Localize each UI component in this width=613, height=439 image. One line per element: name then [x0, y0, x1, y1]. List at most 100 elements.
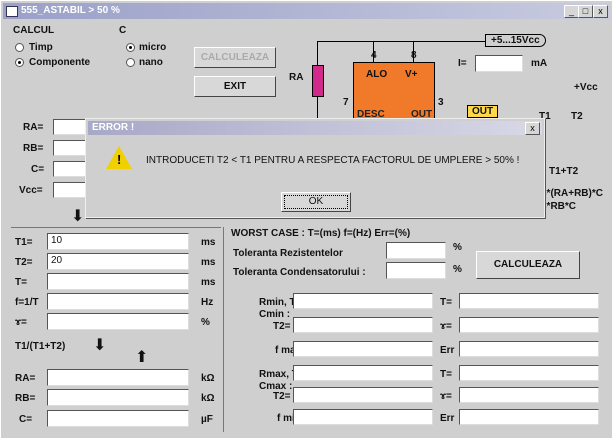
error-dialog: ERROR ! x ! INTRODUCETI T2 < T1 PENTRU A… [85, 118, 545, 218]
rb-result-unit: kΩ [201, 393, 215, 404]
fmin-field[interactable] [293, 409, 433, 425]
max-t-field[interactable] [459, 365, 599, 381]
vplus-label: V+ [405, 69, 418, 80]
arrow-down-icon: ⬇ [71, 208, 85, 225]
c-result-label: C= [19, 414, 33, 425]
resistor-ra [312, 65, 324, 97]
current-unit: mA [531, 58, 548, 69]
fmax-field[interactable] [293, 341, 433, 357]
rb-result-field[interactable] [47, 389, 189, 406]
t2-unit: ms [201, 257, 216, 268]
radio-timp[interactable] [15, 43, 24, 52]
duty-unit: % [201, 317, 210, 328]
radio-micro[interactable] [126, 43, 135, 52]
duty-field[interactable] [47, 313, 189, 330]
radio-componente-label: Componente [29, 57, 91, 68]
min-duty-field[interactable] [459, 317, 599, 333]
f-unit: Hz [201, 297, 214, 308]
alo-label: ALO [366, 69, 388, 80]
c-input-label: C= [31, 164, 45, 175]
window-title: 555_ASTABIL > 50 % [21, 5, 120, 16]
duty-label: ɤ= [15, 317, 27, 328]
tol-r-label: Toleranta Rezistentelor [233, 248, 343, 259]
radio-timp-label: Timp [29, 42, 53, 53]
formula-t2: 3*RB*C [541, 201, 577, 212]
max-err-field[interactable] [459, 409, 599, 425]
t1-label: T1= [15, 237, 33, 248]
tol-c-unit: % [453, 264, 462, 275]
max-duty-label: ɤ= [440, 391, 452, 402]
error-close-button[interactable]: x [525, 122, 540, 135]
c-result-field[interactable] [47, 410, 189, 427]
minimize-button[interactable]: _ [564, 5, 579, 18]
calculeaza-top-button[interactable]: CALCULEAZA [194, 47, 276, 68]
min-duty-label: ɤ= [440, 321, 452, 332]
min-err-label: Err [440, 345, 455, 356]
calculeaza-right-button[interactable]: CALCULEAZA [476, 251, 580, 279]
tol-r-field[interactable] [386, 242, 446, 259]
error-message: INTRODUCETI T2 < T1 PENTRU A RESPECTA FA… [146, 155, 520, 166]
calcul-label: CALCUL [13, 25, 55, 36]
app-icon [6, 6, 18, 17]
exit-button[interactable]: EXIT [194, 76, 276, 97]
maximize-button[interactable]: □ [578, 5, 593, 18]
t-unit: ms [201, 277, 216, 288]
current-label: I= [458, 58, 467, 69]
cmin-label: Cmin : [259, 309, 291, 320]
ra-result-label: RA= [15, 373, 36, 384]
current-field[interactable] [475, 55, 523, 72]
max-err-label: Err [440, 413, 455, 424]
vcc-label: +Vcc [574, 82, 598, 93]
ra-label: RA [289, 72, 304, 83]
radio-componente[interactable] [15, 58, 24, 67]
pin7-label: 7 [343, 97, 349, 108]
min-t2-label: T2= [273, 321, 291, 332]
max-duty-field[interactable] [459, 387, 599, 403]
rmax-t2-field[interactable] [293, 387, 433, 403]
formula-t: T1+T2 [549, 166, 579, 177]
c-result-unit: µF [201, 414, 213, 425]
c-label: C [119, 25, 127, 36]
t2-field[interactable]: 20 [47, 253, 189, 270]
max-t2-label: T2= [273, 391, 291, 402]
max-t-label: T= [440, 369, 452, 380]
tol-c-label: Toleranta Condensatorului : [233, 267, 366, 278]
rmax-t1-field[interactable] [293, 365, 433, 381]
worst-case-title: WORST CASE : T=(ms) f=(Hz) Err=(%) [231, 228, 411, 239]
close-button[interactable]: x [593, 5, 608, 18]
t2-label: T2= [15, 257, 33, 268]
rb-result-label: RB= [15, 393, 36, 404]
radio-nano[interactable] [126, 58, 135, 67]
rmin-t1-field[interactable] [293, 293, 433, 309]
ra-result-field[interactable] [47, 369, 189, 386]
t-field[interactable] [47, 273, 189, 290]
rmin-t2-field[interactable] [293, 317, 433, 333]
radio-micro-label: micro [139, 42, 167, 53]
tol-r-unit: % [453, 242, 462, 253]
arrow-down-2-icon: ⬇ [93, 337, 107, 354]
min-err-field[interactable] [459, 341, 599, 357]
ra-result-unit: kΩ [201, 373, 215, 384]
pin3-label: 3 [438, 97, 444, 108]
min-t-label: T= [440, 297, 452, 308]
error-title-bar: ERROR ! [88, 121, 542, 135]
t2-wave-label: T2 [571, 111, 583, 122]
ok-button[interactable]: OK [281, 192, 351, 212]
radio-nano-label: nano [139, 57, 163, 68]
min-t-field[interactable] [459, 293, 599, 309]
t-label: T= [15, 277, 27, 288]
f-field[interactable] [47, 293, 189, 310]
rb-input-label: RB= [23, 143, 44, 154]
out-tag: OUT [467, 105, 499, 118]
warning-mark: ! [117, 152, 122, 167]
f-label: f=1/T [15, 297, 39, 308]
ratio-label: T1/(T1+T2) [15, 341, 66, 352]
tol-c-field[interactable] [386, 262, 446, 279]
supply-tag: +5...15Vcc [485, 34, 546, 47]
arrow-up-icon: ⬆ [135, 349, 149, 366]
t1-unit: ms [201, 237, 216, 248]
title-bar: 555_ASTABIL > 50 % _ □ x [3, 3, 610, 19]
app-window: 555_ASTABIL > 50 % _ □ x CALCUL Timp Com… [0, 0, 613, 439]
t1-field[interactable]: 10 [47, 233, 189, 250]
ra-input-label: RA= [23, 122, 44, 133]
